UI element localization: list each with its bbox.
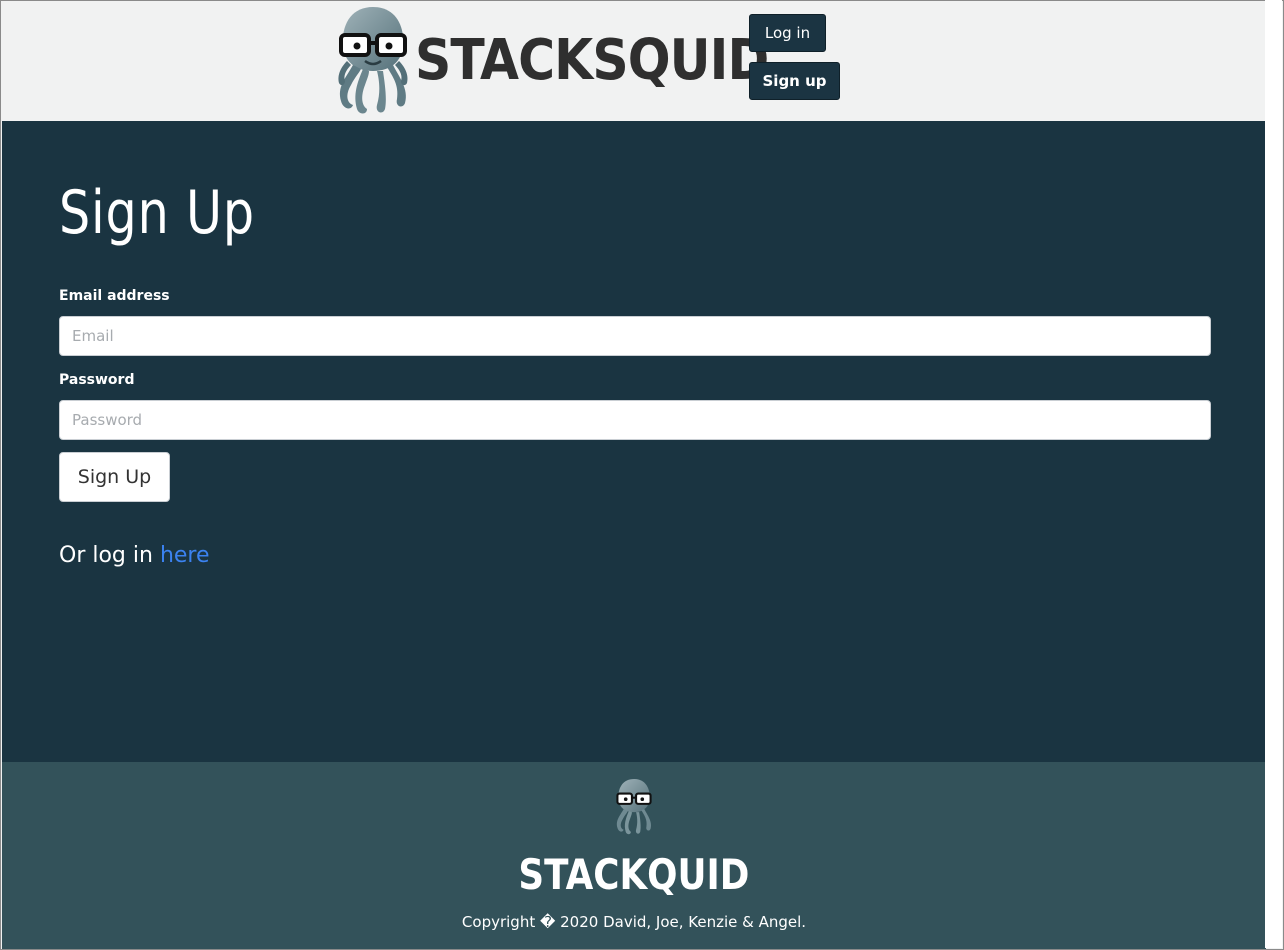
page-title: Sign Up <box>59 178 255 248</box>
login-button[interactable]: Log in <box>749 14 826 52</box>
email-label: Email address <box>59 288 170 304</box>
login-here-link[interactable]: here <box>160 543 210 568</box>
password-label: Password <box>59 372 135 388</box>
signup-submit-button[interactable]: Sign Up <box>59 452 170 502</box>
footer-brand: STACKQUID <box>2 854 1266 896</box>
page-scroll-area <box>1265 0 1282 948</box>
site-footer: STACKQUID Copyright � 2020 David, Joe, K… <box>2 762 1266 949</box>
signup-section: Sign Up Email address Password Sign Up O… <box>2 121 1266 762</box>
site-header: STACKSQUID Log in Sign up <box>2 1 1266 121</box>
browser-viewport: STACKSQUID Log in Sign up Sign Up Email … <box>0 0 1284 950</box>
footer-brand-text: STACKQUID <box>518 850 750 899</box>
login-alternative: Or log in here <box>59 543 210 568</box>
password-input[interactable] <box>59 400 1211 440</box>
footer-squid-logo-icon <box>616 779 652 835</box>
copyright-text: Copyright � 2020 David, Joe, Kenzie & An… <box>461 913 807 931</box>
squid-logo-icon <box>338 7 408 114</box>
signup-nav-button[interactable]: Sign up <box>749 62 840 100</box>
brand-name: STACKSQUID <box>415 28 769 93</box>
login-alternative-text: Or log in <box>59 543 160 568</box>
email-input[interactable] <box>59 316 1211 356</box>
brand-logo-link[interactable]: STACKSQUID <box>335 5 808 117</box>
